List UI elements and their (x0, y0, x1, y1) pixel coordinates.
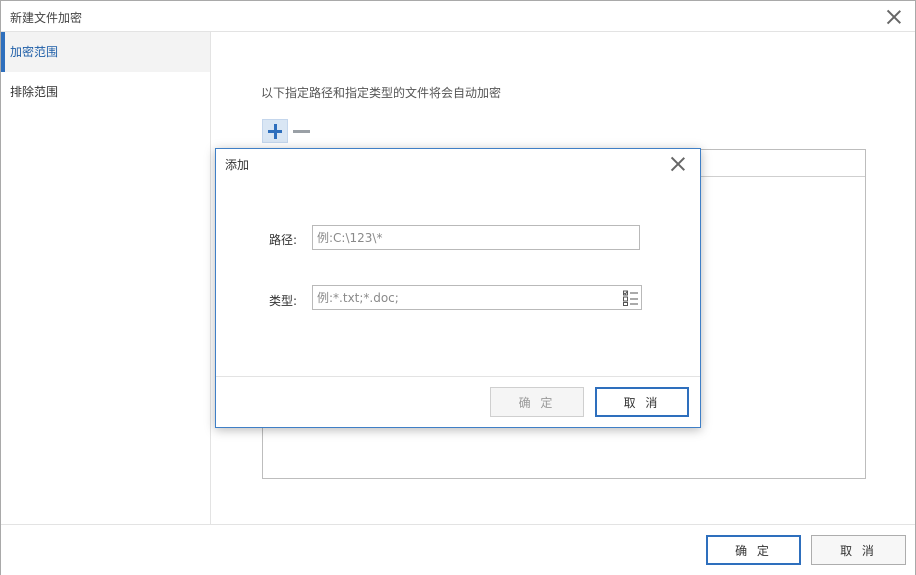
sidebar-item-exclusion-scope[interactable]: 排除范围 (1, 72, 210, 112)
title-bar: 新建文件加密 (1, 1, 915, 32)
plus-icon[interactable] (262, 119, 288, 143)
sidebar-item-label: 加密范围 (10, 45, 59, 59)
path-input[interactable] (312, 225, 640, 250)
dialog-footer: 确 定 取 消 (216, 377, 700, 427)
minus-icon[interactable] (292, 121, 312, 141)
add-dialog: 添加 路径: 类型: 确 定 取 消 (215, 148, 701, 428)
sidebar: 加密范围 排除范围 (1, 32, 211, 524)
close-icon[interactable] (671, 157, 685, 171)
cancel-button[interactable]: 取 消 (811, 535, 906, 565)
type-label: 类型: (269, 294, 298, 308)
sidebar-item-label: 排除范围 (10, 85, 59, 99)
dialog-title: 添加 (225, 158, 250, 172)
scope-description: 以下指定路径和指定类型的文件将会自动加密 (261, 86, 502, 100)
footer: 确 定 取 消 (1, 524, 915, 575)
confirm-button[interactable]: 确 定 (706, 535, 801, 565)
dialog-confirm-button[interactable]: 确 定 (490, 387, 584, 417)
window-title: 新建文件加密 (10, 11, 83, 25)
list-check-icon[interactable] (622, 289, 640, 307)
dialog-cancel-button[interactable]: 取 消 (595, 387, 689, 417)
type-input[interactable] (312, 285, 642, 310)
sidebar-item-encryption-scope[interactable]: 加密范围 (1, 32, 210, 72)
path-label: 路径: (269, 233, 298, 247)
close-icon[interactable] (887, 10, 901, 24)
